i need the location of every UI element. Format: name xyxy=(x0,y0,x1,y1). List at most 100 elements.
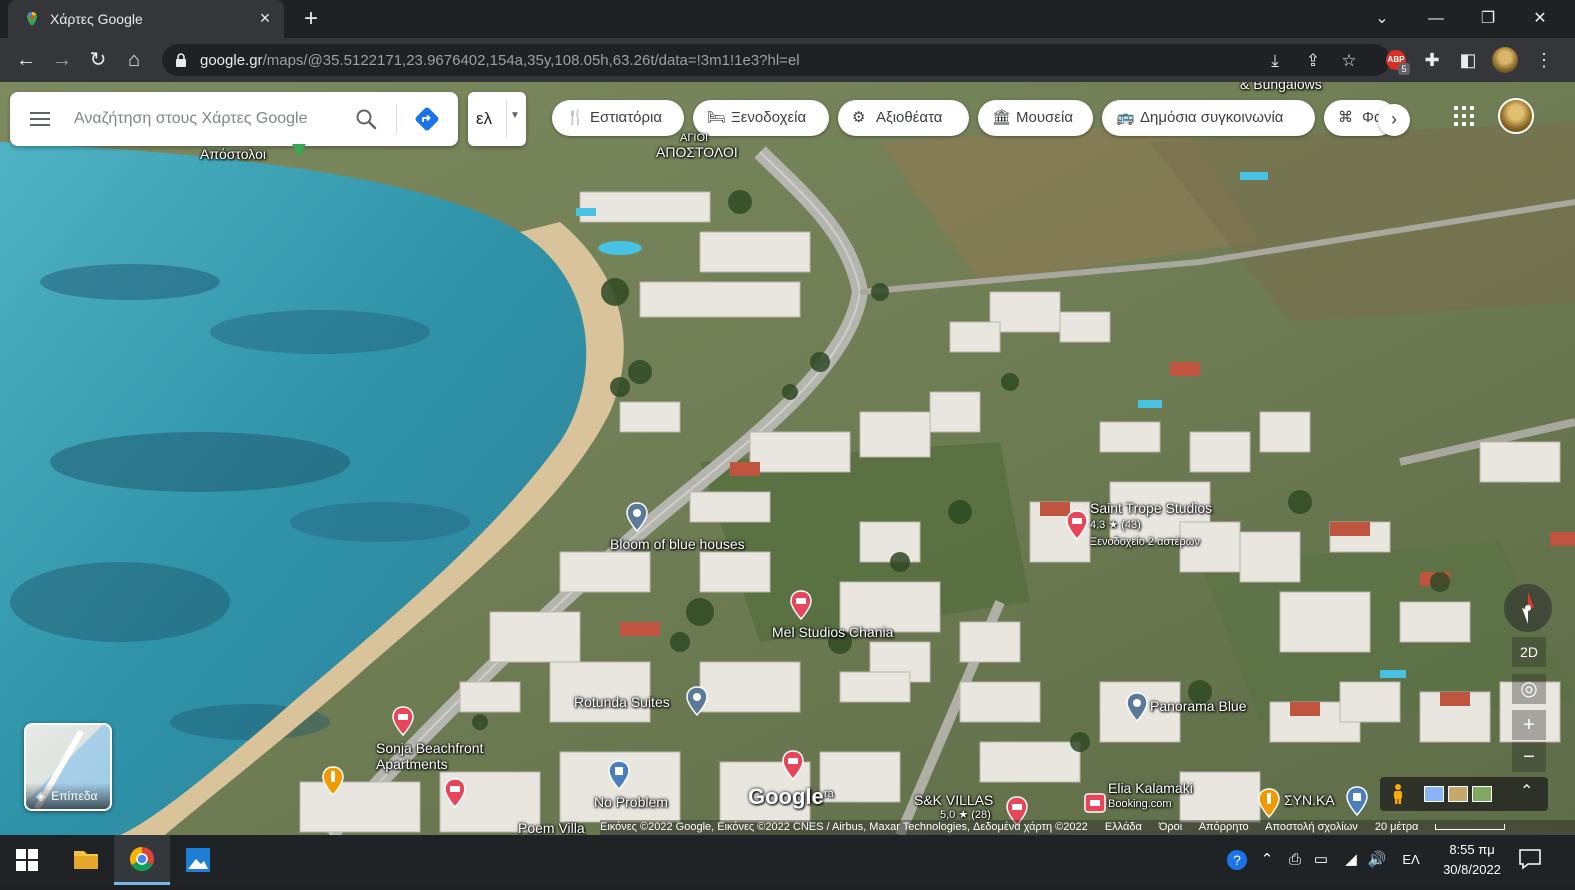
extensions-puzzle-icon[interactable]: ✚ xyxy=(1418,46,1446,74)
imagery-thumbnail[interactable] xyxy=(1448,786,1468,802)
account-avatar[interactable] xyxy=(1498,98,1534,134)
url-text[interactable]: google.gr/maps/@35.5122171,23.9676402,15… xyxy=(200,52,800,69)
lock-icon[interactable] xyxy=(174,52,188,68)
place-label-poem-villa[interactable]: Poem Villa xyxy=(518,820,585,835)
place-label-bloom[interactable]: Bloom of blue houses xyxy=(610,536,745,552)
imagery-thumbnail[interactable] xyxy=(1472,786,1492,802)
file-explorer-app[interactable] xyxy=(58,835,114,885)
directions-icon[interactable] xyxy=(414,106,440,132)
side-panel-icon[interactable]: ◧ xyxy=(1454,46,1482,74)
expand-up-icon[interactable]: ⌃ xyxy=(1520,781,1533,801)
blue-gray-pin-icon[interactable] xyxy=(686,686,708,716)
blue-gray-pin-icon[interactable] xyxy=(626,502,648,532)
privacy-link[interactable]: Απόρρητο xyxy=(1199,821,1249,833)
shopping-pin-icon[interactable] xyxy=(1346,786,1368,816)
input-language[interactable]: ΕΛ xyxy=(1400,849,1422,871)
chip-restaurants[interactable]: 🍴 Εστιατόρια xyxy=(552,100,684,136)
notification-center-icon[interactable] xyxy=(1518,848,1542,870)
place-label-sonja[interactable]: Sonja Beachfront xyxy=(376,740,483,756)
restaurant-pin-icon[interactable] xyxy=(1258,788,1280,818)
blue-gray-pin-icon[interactable] xyxy=(1126,692,1148,722)
address-bar[interactable]: google.gr/maps/@35.5122171,23.9676402,15… xyxy=(162,44,1390,76)
place-label-mel-studios[interactable]: Mel Studios Chania xyxy=(772,624,893,640)
new-tab-button[interactable]: + xyxy=(298,6,324,32)
language-code: ελ xyxy=(476,109,493,128)
compass-control[interactable] xyxy=(1504,584,1552,632)
menu-icon[interactable] xyxy=(28,108,52,130)
photos-app[interactable] xyxy=(170,835,226,885)
satellite-imagery[interactable] xyxy=(0,82,1575,835)
google-logo: Google xyxy=(748,784,824,809)
layers-button[interactable]: ◈ Επίπεδα xyxy=(24,723,112,811)
profile-avatar[interactable] xyxy=(1492,47,1518,73)
forward-icon[interactable]: → xyxy=(48,46,76,74)
shopping-pin-icon[interactable] xyxy=(608,760,630,790)
back-icon[interactable]: ← xyxy=(12,46,40,74)
tab-search-icon[interactable]: ⌄ xyxy=(1362,4,1402,34)
pegman-icon[interactable] xyxy=(1390,783,1406,805)
chrome-app[interactable] xyxy=(114,835,170,885)
hotel-pin-icon[interactable] xyxy=(782,750,804,780)
restore-button[interactable]: ❐ xyxy=(1468,4,1508,34)
scale-bar xyxy=(1435,824,1506,831)
minimize-button[interactable]: — xyxy=(1416,4,1456,34)
imagery-thumbnail[interactable] xyxy=(1424,786,1444,802)
google-apps-icon[interactable] xyxy=(1454,106,1476,128)
chip-hotels[interactable]: 🛏 Ξενοδοχεία xyxy=(693,100,829,136)
map-canvas[interactable]: ελ ▼ 🍴 Εστιατόρια 🛏 Ξενοδοχεία ⚙ Αξιοθέα… xyxy=(0,82,1575,835)
bookmark-star-icon[interactable]: ☆ xyxy=(1338,50,1360,72)
attractions-icon: ⚙ xyxy=(852,109,866,126)
place-label-panorama[interactable]: Panorama Blue xyxy=(1150,698,1247,714)
chrome-menu-icon[interactable]: ⋮ xyxy=(1530,46,1558,74)
install-app-icon[interactable]: ⤓ xyxy=(1264,50,1286,72)
restaurant-pin-icon[interactable] xyxy=(322,766,344,796)
hotel-pin-icon[interactable] xyxy=(1066,510,1088,540)
home-icon[interactable]: ⌂ xyxy=(120,46,148,74)
volume-icon[interactable]: 🔊 xyxy=(1366,849,1388,871)
chip-attractions[interactable]: ⚙ Αξιοθέατα xyxy=(838,100,969,136)
tab-close-icon[interactable]: × xyxy=(256,9,274,27)
windows-start-icon[interactable] xyxy=(16,849,38,871)
zoom-in-button[interactable]: + xyxy=(1512,710,1546,740)
hotel-pin-icon[interactable] xyxy=(444,778,466,808)
chips-next-arrow-icon[interactable]: › xyxy=(1378,104,1410,136)
close-window-button[interactable]: ✕ xyxy=(1520,4,1560,34)
zoom-out-button[interactable]: − xyxy=(1512,742,1546,772)
caret-down-icon[interactable]: ▼ xyxy=(510,110,520,121)
green-pin-icon[interactable] xyxy=(288,140,310,170)
feedback-link[interactable]: Αποστολή σχολίων xyxy=(1265,821,1358,833)
show-hidden-icons-chevron-icon[interactable]: ⌃ xyxy=(1256,849,1278,871)
place-label-sonja-2[interactable]: Apartments xyxy=(376,756,448,772)
place-label-synka[interactable]: ΣΥΝ.ΚΑ xyxy=(1284,792,1335,808)
language-selector[interactable]: ελ ▼ xyxy=(468,92,526,146)
help-icon[interactable]: ? xyxy=(1226,849,1248,871)
compass-needle-icon xyxy=(1522,592,1534,624)
search-icon[interactable] xyxy=(354,107,378,131)
place-label-bungalows[interactable]: & Bungalows xyxy=(1240,82,1322,92)
chip-transit[interactable]: 🚌 Δημόσια συγκοινωνία xyxy=(1102,100,1315,136)
hotel-square-icon[interactable] xyxy=(1084,790,1106,820)
my-location-icon[interactable]: ◎ xyxy=(1512,674,1546,704)
place-label-rotunda[interactable]: Rotunda Suites xyxy=(574,694,670,710)
hotel-pin-icon[interactable] xyxy=(790,590,812,620)
tab-title: Χάρτες Google xyxy=(50,11,143,27)
reload-icon[interactable]: ↻ xyxy=(84,46,112,74)
place-label-saint-trope[interactable]: Saint Trope Studios xyxy=(1090,500,1212,516)
view-2d-toggle[interactable]: 2D xyxy=(1512,637,1546,667)
hotel-pin-icon[interactable] xyxy=(392,706,414,736)
wifi-icon[interactable]: ◢ xyxy=(1340,849,1362,871)
chip-museums[interactable]: 🏛 Μουσεία xyxy=(978,100,1093,136)
place-label-elia[interactable]: Elia Kalamaki xyxy=(1108,780,1193,796)
battery-icon[interactable]: ▭ xyxy=(1310,849,1332,871)
terms-link[interactable]: Όροι xyxy=(1159,821,1182,833)
browser-tab[interactable]: Χάρτες Google × xyxy=(8,0,284,38)
system-clock[interactable]: 8:55 πμ 30/8/2022 xyxy=(1438,840,1506,880)
share-icon[interactable]: ⇪ xyxy=(1302,50,1324,72)
scale-indicator[interactable]: 20 μέτρα xyxy=(1375,821,1520,833)
place-label-apostoloi[interactable]: Απόστολοι xyxy=(200,146,266,162)
search-input[interactable] xyxy=(74,106,334,132)
attribution-country[interactable]: Ελλάδα xyxy=(1105,821,1142,833)
place-label-no-problem[interactable]: No Problem xyxy=(594,794,668,810)
device-icon[interactable]: ⎙ xyxy=(1284,849,1306,871)
place-label-sk-villas[interactable]: S&K VILLAS xyxy=(914,792,993,808)
